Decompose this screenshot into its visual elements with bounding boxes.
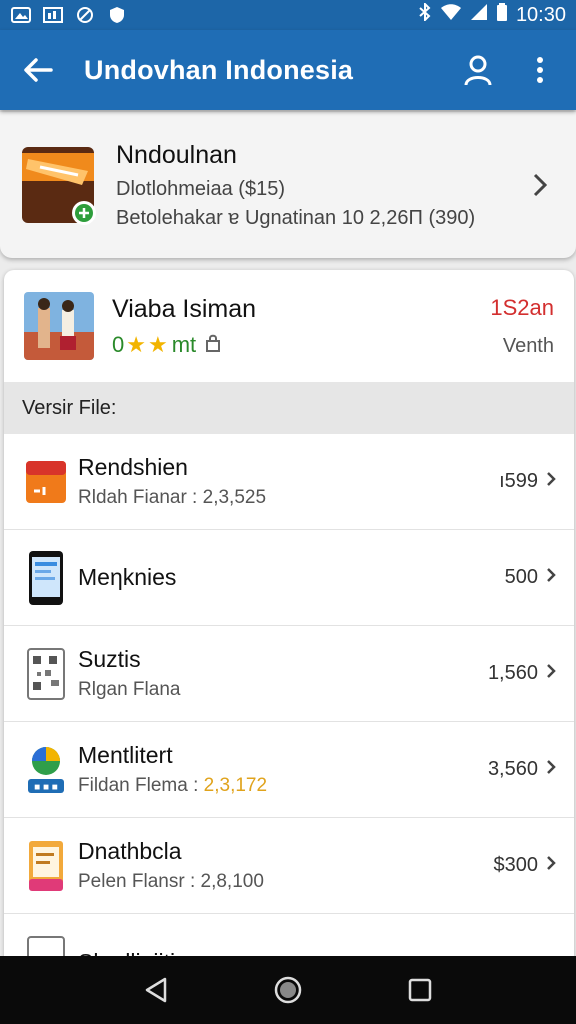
price-label: 1S2an: [490, 294, 554, 320]
list-item[interactable]: Meηknies 500: [4, 530, 574, 626]
chevron-right-icon: [546, 662, 556, 685]
navigation-bar: [0, 956, 576, 1024]
item-sub-value: 2,3,525: [202, 487, 267, 508]
more-vert-icon[interactable]: [520, 50, 560, 90]
list-item[interactable]: Dnathbcla Pelen Flansr : 2,8,100 $300: [4, 818, 574, 914]
svg-text:■ ■ ■: ■ ■ ■: [34, 782, 58, 793]
item-value: 500: [504, 566, 538, 588]
app-header-row[interactable]: Viaba Isiman 0 ★ ★ mt 1S2an Venth: [4, 270, 574, 382]
qr-code-icon: [26, 646, 66, 702]
item-sub-label: Rldah Fianar :: [78, 487, 198, 508]
lock-icon: [206, 332, 221, 358]
profile-icon[interactable]: [458, 50, 498, 90]
no-disturb-icon: [74, 6, 96, 24]
app-name: Viaba Isiman: [112, 294, 257, 323]
summary-details: Betolehakar ɐ Ugnatinan 10 2,26Π (390): [116, 206, 476, 229]
page-title: Undovhan Indonesia: [84, 54, 354, 85]
status-time: 10:30: [515, 3, 566, 26]
rating: 0 ★ ★ mt: [112, 332, 256, 358]
item-sub-label: Fildan Flema :: [78, 775, 199, 796]
app-bar: Undovhan Indonesia: [0, 30, 576, 110]
item-sub-label: Pelen Flansr :: [78, 871, 196, 892]
bluetooth-icon: [418, 1, 432, 27]
rating-prefix: 0: [112, 331, 125, 357]
chevron-right-icon: [526, 171, 554, 199]
summary-subtitle: Dlotlohmeiaa ($15): [116, 177, 285, 200]
recents-square-icon[interactable]: [400, 970, 440, 1010]
item-sub-value: 2,8,100: [200, 871, 264, 892]
wifi-icon: [440, 3, 462, 27]
item-title: Dnathbcla: [78, 838, 182, 864]
summary-title: Nndoulnan: [116, 140, 237, 169]
item-title: Rendshien: [78, 454, 188, 480]
shield-icon: [106, 6, 128, 24]
list-item[interactable]: Rendshien Rldah Fianar : 2,3,525 ı599: [4, 434, 574, 530]
item-sub-value: 2,3,172: [203, 775, 268, 796]
mode-label: Venth: [502, 334, 554, 357]
home-circle-icon[interactable]: [268, 970, 308, 1010]
folder-app-icon: [22, 145, 96, 225]
signal-icon: [470, 3, 488, 27]
file-list-card: Viaba Isiman 0 ★ ★ mt 1S2an Venth Versir…: [4, 270, 574, 970]
chevron-right-icon: [546, 758, 556, 781]
orange-book-icon: [26, 454, 66, 510]
section-header: Versir File:: [4, 382, 574, 434]
rating-suffix: mt: [171, 331, 197, 357]
battery-icon: [496, 3, 508, 27]
image-icon: [10, 6, 32, 24]
item-value: 1,560: [487, 662, 538, 684]
star-icon: ★: [147, 331, 168, 357]
item-title: Mentlitert: [78, 742, 173, 768]
item-title: Suztis: [78, 646, 141, 672]
chevron-right-icon: [546, 854, 556, 877]
smartphone-icon: [26, 550, 66, 606]
list-item[interactable]: Suztis Rlgan Flana 1,560: [4, 626, 574, 722]
star-icon: ★: [126, 331, 146, 357]
item-value: 3,560: [487, 758, 538, 780]
item-value: $300: [493, 854, 539, 876]
item-title: Meηknies: [78, 564, 177, 590]
back-arrow-icon[interactable]: [16, 48, 60, 92]
gallery-icon: [42, 6, 64, 24]
back-triangle-icon[interactable]: [136, 970, 176, 1010]
list-item[interactable]: ■ ■ ■ Mentlitert Fildan Flema : 2,3,172 …: [4, 722, 574, 818]
download-summary-card[interactable]: Nndoulnan Dlotlohmeiaa ($15) Betolehakar…: [0, 112, 576, 258]
colorful-logo-icon: ■ ■ ■: [26, 742, 66, 798]
document-app-icon: [26, 838, 66, 894]
item-value: ı599: [499, 470, 538, 492]
app-thumbnail: [24, 292, 94, 360]
chevron-right-icon: [546, 470, 556, 493]
status-bar: 10:30: [0, 0, 576, 30]
chevron-right-icon: [546, 566, 556, 589]
item-sub-label: Rlgan Flana: [78, 679, 181, 700]
